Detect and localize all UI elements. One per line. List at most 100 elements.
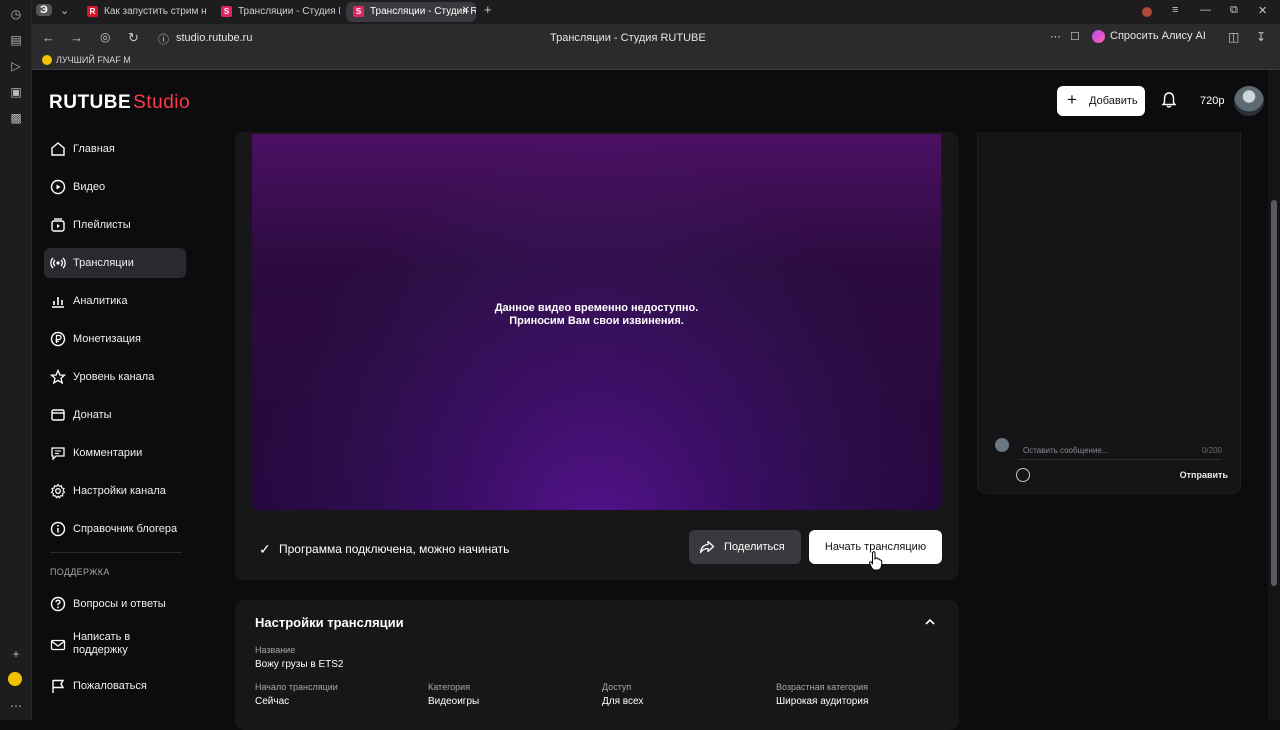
profile-icon[interactable]	[1142, 7, 1152, 17]
logo[interactable]: RUTUBE Studio	[49, 92, 190, 114]
sidebar-item-channel-settings[interactable]: Настройки канала	[44, 476, 186, 506]
tab-3[interactable]: S Трансляции - Студия R ✕	[346, 2, 476, 22]
reload-icon[interactable]: ↻	[128, 30, 139, 46]
emoji-icon[interactable]	[8, 672, 22, 686]
forward-icon[interactable]: →	[70, 30, 83, 45]
browser-menu-icon[interactable]: Э	[36, 4, 52, 16]
tab-2[interactable]: S Трансляции - Студия RUT	[214, 2, 340, 22]
category-label: Категория	[428, 682, 471, 692]
menu-icon[interactable]: ≡	[1172, 4, 1178, 16]
alice-label: Спросить Алису AI	[1110, 30, 1206, 42]
sidebar-item-donations[interactable]: Донаты	[44, 400, 186, 430]
chat-message-input[interactable]: Оставить сообщение...	[1023, 446, 1109, 455]
bookmark-label: ЛУЧШИЙ FNAF М	[56, 55, 131, 65]
hand-cursor-icon	[868, 551, 883, 571]
back-icon[interactable]: ←	[42, 30, 55, 45]
screenshot-icon[interactable]: ▩	[8, 110, 24, 126]
close-tab-icon[interactable]: ✕	[462, 5, 470, 16]
broadcast-settings: Настройки трансляции Название Вожу грузы…	[235, 600, 959, 730]
sidebar-item-label: Донаты	[73, 409, 112, 421]
share-icon[interactable]: ◫	[1228, 30, 1239, 44]
sidebar-item-home[interactable]: Главная	[44, 134, 186, 164]
page-title: Трансляции - Студия RUTUBE	[550, 32, 706, 44]
plus-icon: +	[1067, 90, 1077, 109]
bookmark-favicon-icon	[42, 55, 52, 65]
protect-icon[interactable]: ◎	[100, 30, 110, 44]
support-section-label: ПОДДЕРЖКА	[50, 567, 110, 577]
emoji-icon[interactable]	[1016, 468, 1030, 482]
sidebar-item-label: Аналитика	[73, 295, 128, 307]
rutube-studio-app: RUTUBE Studio + Добавить 720p Главная Вид…	[32, 70, 1268, 730]
category-value: Видеоигры	[428, 696, 480, 707]
restore-icon[interactable]: ⧉	[1230, 4, 1238, 17]
bookmark-item[interactable]: ЛУЧШИЙ FNAF М	[42, 55, 131, 65]
flag-icon	[52, 679, 65, 693]
sidebar-item-video[interactable]: Видео	[44, 172, 186, 202]
sidebar-item-label: Уровень канала	[73, 371, 155, 383]
sidebar-item-broadcasts[interactable]: Трансляции	[44, 248, 186, 278]
collections-icon[interactable]: ▤	[8, 32, 24, 48]
settings-title: Настройки трансляции	[255, 615, 404, 630]
bookmark-bar: ЛУЧШИЙ FNAF М	[32, 52, 1280, 70]
sidebar-item-label: Вопросы и ответы	[73, 598, 166, 610]
minimize-icon[interactable]: —	[1200, 4, 1211, 16]
sidebar-item-analytics[interactable]: Аналитика	[44, 286, 186, 316]
broadcast-icon	[50, 257, 66, 269]
send-button[interactable]: Отправить	[1180, 470, 1228, 480]
bookmark-icon[interactable]: ☐	[1070, 30, 1080, 43]
video-icon	[50, 179, 66, 195]
tab-1[interactable]: R Как запустить стрим на р	[80, 2, 206, 22]
mail-icon	[50, 639, 66, 651]
more-options-icon[interactable]: ⋯	[1050, 30, 1061, 43]
sidebar-item-monetization[interactable]: Монетизация	[44, 324, 186, 354]
share-button[interactable]: Поделиться	[689, 530, 801, 564]
bell-icon[interactable]	[1160, 91, 1178, 109]
sidebar-item-comments[interactable]: Комментарии	[44, 438, 186, 468]
play-icon[interactable]: ▷	[8, 58, 24, 74]
broadcast-card: Данное видео временно недоступно. Принос…	[235, 132, 959, 580]
sidebar-item-faq[interactable]: Вопросы и ответы	[44, 589, 186, 619]
share-button-label: Поделиться	[724, 541, 785, 553]
sidebar-item-write-support[interactable]: Написать в поддержку	[44, 627, 186, 663]
history-icon[interactable]: ◷	[8, 6, 24, 22]
new-tab-icon[interactable]: +	[484, 2, 492, 17]
sidebar-item-label: Справочник блогера	[73, 523, 178, 535]
add-button[interactable]: + Добавить	[1057, 86, 1145, 116]
video-unavailable-message: Данное видео временно недоступно. Принос…	[252, 302, 941, 328]
age-rating-value: Широкая аудитория	[776, 696, 869, 707]
close-window-icon[interactable]: ✕	[1258, 4, 1267, 17]
check-icon: ✓	[259, 541, 271, 557]
star-icon	[50, 369, 66, 385]
unavailable-line-2: Приносим Вам свои извинения.	[509, 315, 684, 327]
sidebar-item-label: Пожаловаться	[73, 680, 147, 692]
sidebar-item-blogger-guide[interactable]: Справочник блогера	[44, 514, 186, 544]
chat-input-underline	[1018, 459, 1222, 460]
monetization-icon	[50, 331, 66, 347]
start-time-value: Сейчас	[255, 696, 290, 707]
sidebar-item-label: Видео	[73, 181, 106, 193]
sidebar-item-label: Плейлисты	[73, 219, 131, 231]
video-player[interactable]: Данное видео временно недоступно. Принос…	[252, 134, 941, 510]
sidebar-item-channel-level[interactable]: Уровень канала	[44, 362, 186, 392]
more-icon[interactable]: ⋯	[8, 698, 24, 714]
access-value: Для всех	[602, 696, 644, 707]
tab-title: Трансляции - Студия RUT	[238, 6, 340, 17]
plus-icon[interactable]: +	[8, 646, 24, 662]
quality-label[interactable]: 720p	[1200, 95, 1224, 107]
logo-sub: Studio	[133, 92, 191, 113]
url-field[interactable]: studio.rutube.ru	[176, 32, 252, 44]
sidebar-item-report[interactable]: Пожаловаться	[44, 671, 186, 701]
scrollbar-thumb[interactable]	[1271, 200, 1277, 586]
avatar[interactable]	[1234, 86, 1264, 116]
alice-button[interactable]: Спросить Алису AI	[1092, 30, 1206, 43]
name-value: Вожу грузы в ETS2	[255, 659, 344, 670]
site-info-icon[interactable]: ⓘ	[158, 31, 169, 47]
playlist-icon	[51, 218, 65, 232]
chevron-up-icon[interactable]	[923, 615, 937, 629]
apps-icon[interactable]: ▣	[8, 84, 24, 100]
scrollbar[interactable]	[1268, 70, 1280, 720]
download-icon[interactable]: ↧	[1256, 30, 1266, 44]
sidebar-item-playlists[interactable]: Плейлисты	[44, 210, 186, 240]
browser-side-rail: ◷ ▤ ▷ ▣ ▩ + ⋯	[0, 0, 32, 720]
tab-list-chevron-icon[interactable]: ⌄	[60, 4, 69, 17]
